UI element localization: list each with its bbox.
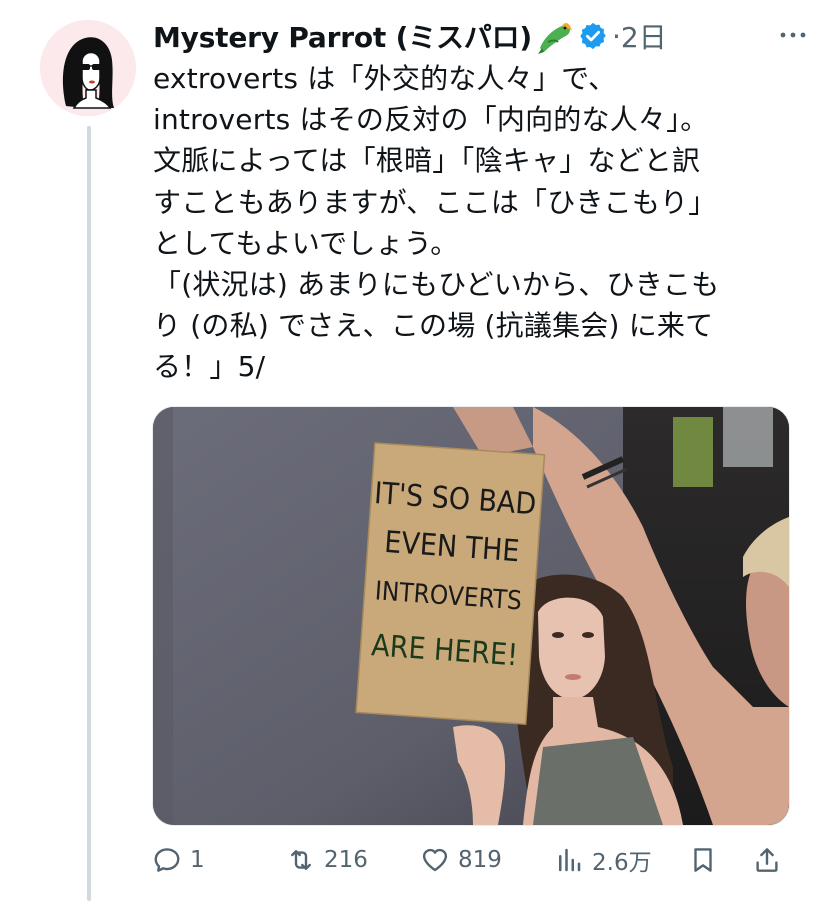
- thread-line: [87, 126, 91, 901]
- tweet-time[interactable]: 2日: [621, 16, 667, 56]
- avatar[interactable]: [40, 20, 136, 116]
- share-button[interactable]: [752, 842, 782, 878]
- author-name[interactable]: Mystery Parrot (ミスパロ): [153, 16, 532, 56]
- verified-badge-icon: [578, 21, 608, 51]
- retweet-icon: [291, 850, 311, 870]
- reply-icon: [154, 848, 180, 872]
- tweet-text-line: としてもよいでしょう。: [153, 226, 459, 260]
- tweet-text: extroverts は「外交的な人々」で、 introverts はその反対の…: [153, 58, 813, 388]
- views-button[interactable]: 2.6万: [554, 842, 652, 878]
- tweet-text-line: introverts はその反対の「内向的な人々」。: [153, 103, 709, 137]
- avatar-illustration: [40, 20, 136, 116]
- protest-photo-illustration: IT'S SO BAD EVEN THE INTROVERTS ARE HERE…: [153, 407, 789, 825]
- tweet-text-line: 文脈によっては「根暗」「陰キャ」などと訳: [153, 144, 701, 178]
- tweet-photo[interactable]: IT'S SO BAD EVEN THE INTROVERTS ARE HERE…: [152, 406, 790, 826]
- tweet-text-line: 「(状況は) あまりにもひどいから、ひきこも: [153, 268, 720, 302]
- tweet-header: Mystery Parrot (ミスパロ) · 2日: [153, 14, 813, 58]
- views-count: 2.6万: [592, 850, 652, 876]
- retweet-button[interactable]: 216: [286, 842, 368, 878]
- tweet-text-line: extroverts は「外交的な人々」で、: [153, 62, 617, 95]
- retweet-count: 216: [324, 847, 368, 873]
- heart-icon: [422, 848, 448, 872]
- more-dots-icon[interactable]: [773, 20, 813, 50]
- share-icon: [756, 848, 778, 872]
- reply-button[interactable]: 1: [152, 842, 205, 878]
- like-button[interactable]: 819: [420, 842, 502, 878]
- tweet-text-line: すこともありますが、ここは「ひきこもり」: [153, 185, 717, 219]
- tweet-text-line: る！」5/: [153, 350, 266, 384]
- parrot-emoji: [534, 18, 574, 54]
- like-count: 819: [458, 847, 502, 873]
- bookmark-icon: [694, 848, 712, 872]
- tweet-text-line: り (の私) でさえ、この場 (抗議集会) に来て: [153, 309, 714, 343]
- time-separator: ·: [612, 19, 621, 53]
- bookmark-button[interactable]: [688, 842, 718, 878]
- views-chart-icon: [559, 848, 581, 872]
- tweet-actions: 1 216 819 2.6万: [152, 838, 788, 882]
- reply-count: 1: [190, 847, 205, 873]
